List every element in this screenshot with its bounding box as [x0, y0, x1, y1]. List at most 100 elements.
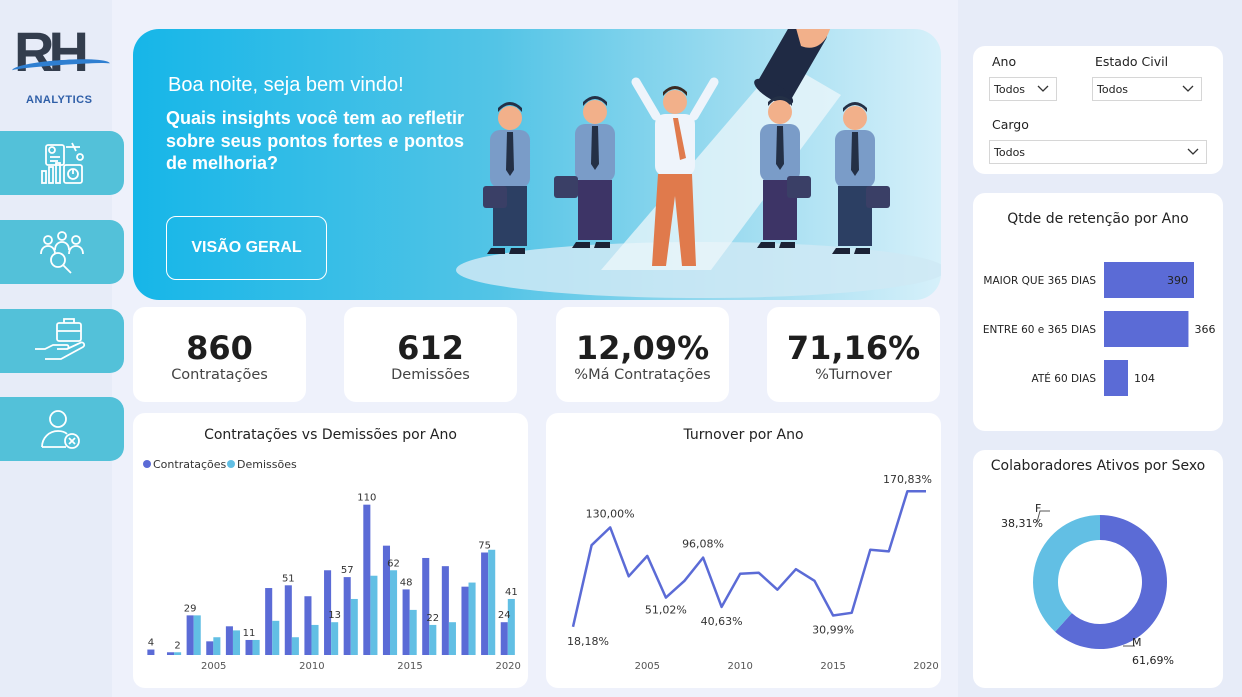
retention-svg: MAIOR QUE 365 DIAS 390 ENTRE 60 e 365 DIAS…: [983, 262, 1215, 396]
bar-demissoes: [291, 637, 299, 655]
bar-demissoes: [252, 639, 260, 655]
bar-demissoes: [331, 622, 339, 655]
filter-label-estado-civil: Estado Civil: [1095, 54, 1169, 69]
kpi-label: %Turnover: [815, 367, 892, 383]
filter-label-cargo: Cargo: [992, 117, 1029, 132]
filters-card: Ano Todos Estado Civil Todos Cargo Todos: [973, 46, 1223, 174]
bar-contratacoes: [402, 589, 410, 655]
bar-demissoes: [370, 575, 378, 655]
data-label: 51: [282, 573, 295, 584]
overview-button[interactable]: VISÃO GERAL: [166, 216, 327, 280]
hires-dismissals-svg: Contratações Demissões 4 2 29 11 51 13 57 110 6248…: [143, 458, 521, 672]
legend-marker: [227, 460, 235, 468]
data-label: 75: [478, 541, 491, 552]
estado-civil-dropdown[interactable]: Todos: [1092, 77, 1202, 101]
data-label: 11: [243, 628, 256, 639]
chevron-down-icon: [1182, 85, 1194, 92]
kpi-value: 612: [397, 329, 464, 367]
point-label: 18,18%: [567, 635, 609, 648]
point-label: 40,63%: [701, 615, 743, 628]
bar-demissoes: [448, 622, 456, 655]
gender-chart: Colaboradores Ativos por Sexo F 38,31% M 61…: [973, 450, 1223, 688]
dropdown-value: Todos: [994, 146, 1026, 159]
legend-label: Contratações: [153, 458, 227, 471]
bar-contratacoes: [186, 615, 194, 655]
hero-banner: Boa noite, seja bem vindo! Quais insight…: [133, 29, 941, 300]
slice-value-f: 38,31%: [1001, 517, 1043, 530]
nav-dismissal-button[interactable]: [0, 397, 124, 461]
ano-dropdown[interactable]: Todos: [989, 77, 1057, 101]
kpi-label: Demissões: [391, 367, 470, 383]
data-label: 110: [357, 493, 376, 504]
data-label: 4: [148, 638, 154, 649]
legend-marker: [143, 460, 151, 468]
cargo-dropdown[interactable]: Todos: [989, 140, 1207, 164]
person-2: [554, 96, 615, 248]
x-tick-label: 2020: [495, 661, 520, 672]
turnover-chart: Turnover por Ano 18,18% 130,00% 51,02% 96,0…: [546, 413, 941, 688]
bar-demissoes: [468, 582, 476, 655]
legend-label: Demissões: [237, 458, 297, 471]
dropdown-value: Todos: [1097, 83, 1129, 96]
bar-contratacoes: [245, 639, 253, 655]
point-label: 96,08%: [682, 538, 724, 551]
bar-contratacoes: [363, 504, 371, 655]
hero-illustration: [456, 29, 941, 298]
person-1: [483, 102, 530, 254]
bar-contratacoes: [481, 552, 489, 655]
bar-contratacoes: [422, 557, 430, 655]
dashboard-icon: [41, 142, 84, 184]
point-label: 130,00%: [586, 507, 635, 520]
retention-chart: Qtde de retenção por Ano MAIOR QUE 365 D…: [973, 193, 1223, 431]
bar-contratacoes: [343, 577, 351, 655]
bar-demissoes: [409, 609, 417, 655]
nav-people-button[interactable]: [0, 220, 124, 284]
slice-value-m: 61,69%: [1132, 654, 1174, 667]
bar-contratacoes: [441, 566, 449, 655]
dropdown-value: Todos: [994, 83, 1026, 96]
bar-demissoes: [232, 630, 241, 655]
kpi-label: Contratações: [171, 367, 268, 383]
filter-label-ano: Ano: [992, 54, 1017, 69]
bar-demissoes: [213, 637, 221, 655]
data-label: 2: [174, 640, 180, 651]
x-tick-label: 2020: [913, 661, 938, 672]
brand-logo: RH ANALYTICS: [11, 20, 112, 112]
data-label: 41: [505, 587, 518, 598]
bar-demissoes: [390, 570, 398, 655]
greeting-text: Boa noite, seja bem vindo!: [168, 74, 404, 96]
category-label: ATÉ 60 DIAS: [1032, 372, 1097, 385]
gender-donut-svg: F 38,31% M 61,69%: [1001, 502, 1174, 667]
retention-bar: [1104, 360, 1128, 396]
bar-demissoes: [488, 549, 496, 655]
kpi-card-contratacoes: 860 Contratações: [133, 307, 306, 402]
bar-demissoes: [507, 598, 515, 655]
bar-contratacoes: [461, 586, 469, 655]
nav-dashboard-button[interactable]: [0, 131, 124, 195]
point-label: 30,99%: [812, 623, 854, 636]
x-tick-label: 2005: [635, 661, 660, 672]
chevron-down-icon: [1037, 85, 1049, 92]
value-label: 104: [1134, 372, 1155, 385]
nav-hiring-button[interactable]: [0, 309, 124, 373]
kpi-card-demissoes: 612 Demissões: [344, 307, 517, 402]
bar-contratacoes: [225, 626, 233, 655]
bar-contratacoes: [284, 585, 292, 655]
bar-demissoes: [429, 624, 437, 655]
data-label: 29: [184, 603, 197, 614]
hand-briefcase-icon: [35, 318, 86, 360]
kpi-value: 860: [186, 329, 253, 367]
bar-demissoes: [174, 652, 182, 655]
person-5: [832, 102, 890, 254]
bar-contratacoes: [147, 649, 155, 655]
bar-contratacoes: [206, 641, 214, 655]
donut-slice-f: [1033, 515, 1100, 632]
bar-contratacoes: [265, 588, 273, 655]
x-tick-label: 2015: [397, 661, 422, 672]
data-label: 24: [498, 610, 511, 621]
kpi-value: 12,09%: [575, 329, 710, 367]
kpi-card-turnover: 71,16% %Turnover: [767, 307, 940, 402]
category-label: MAIOR QUE 365 DIAS: [983, 275, 1096, 287]
slice-label-m: M: [1132, 636, 1142, 649]
turnover-svg: 18,18% 130,00% 51,02% 96,08% 40,63% 30,99% 170…: [567, 473, 939, 672]
